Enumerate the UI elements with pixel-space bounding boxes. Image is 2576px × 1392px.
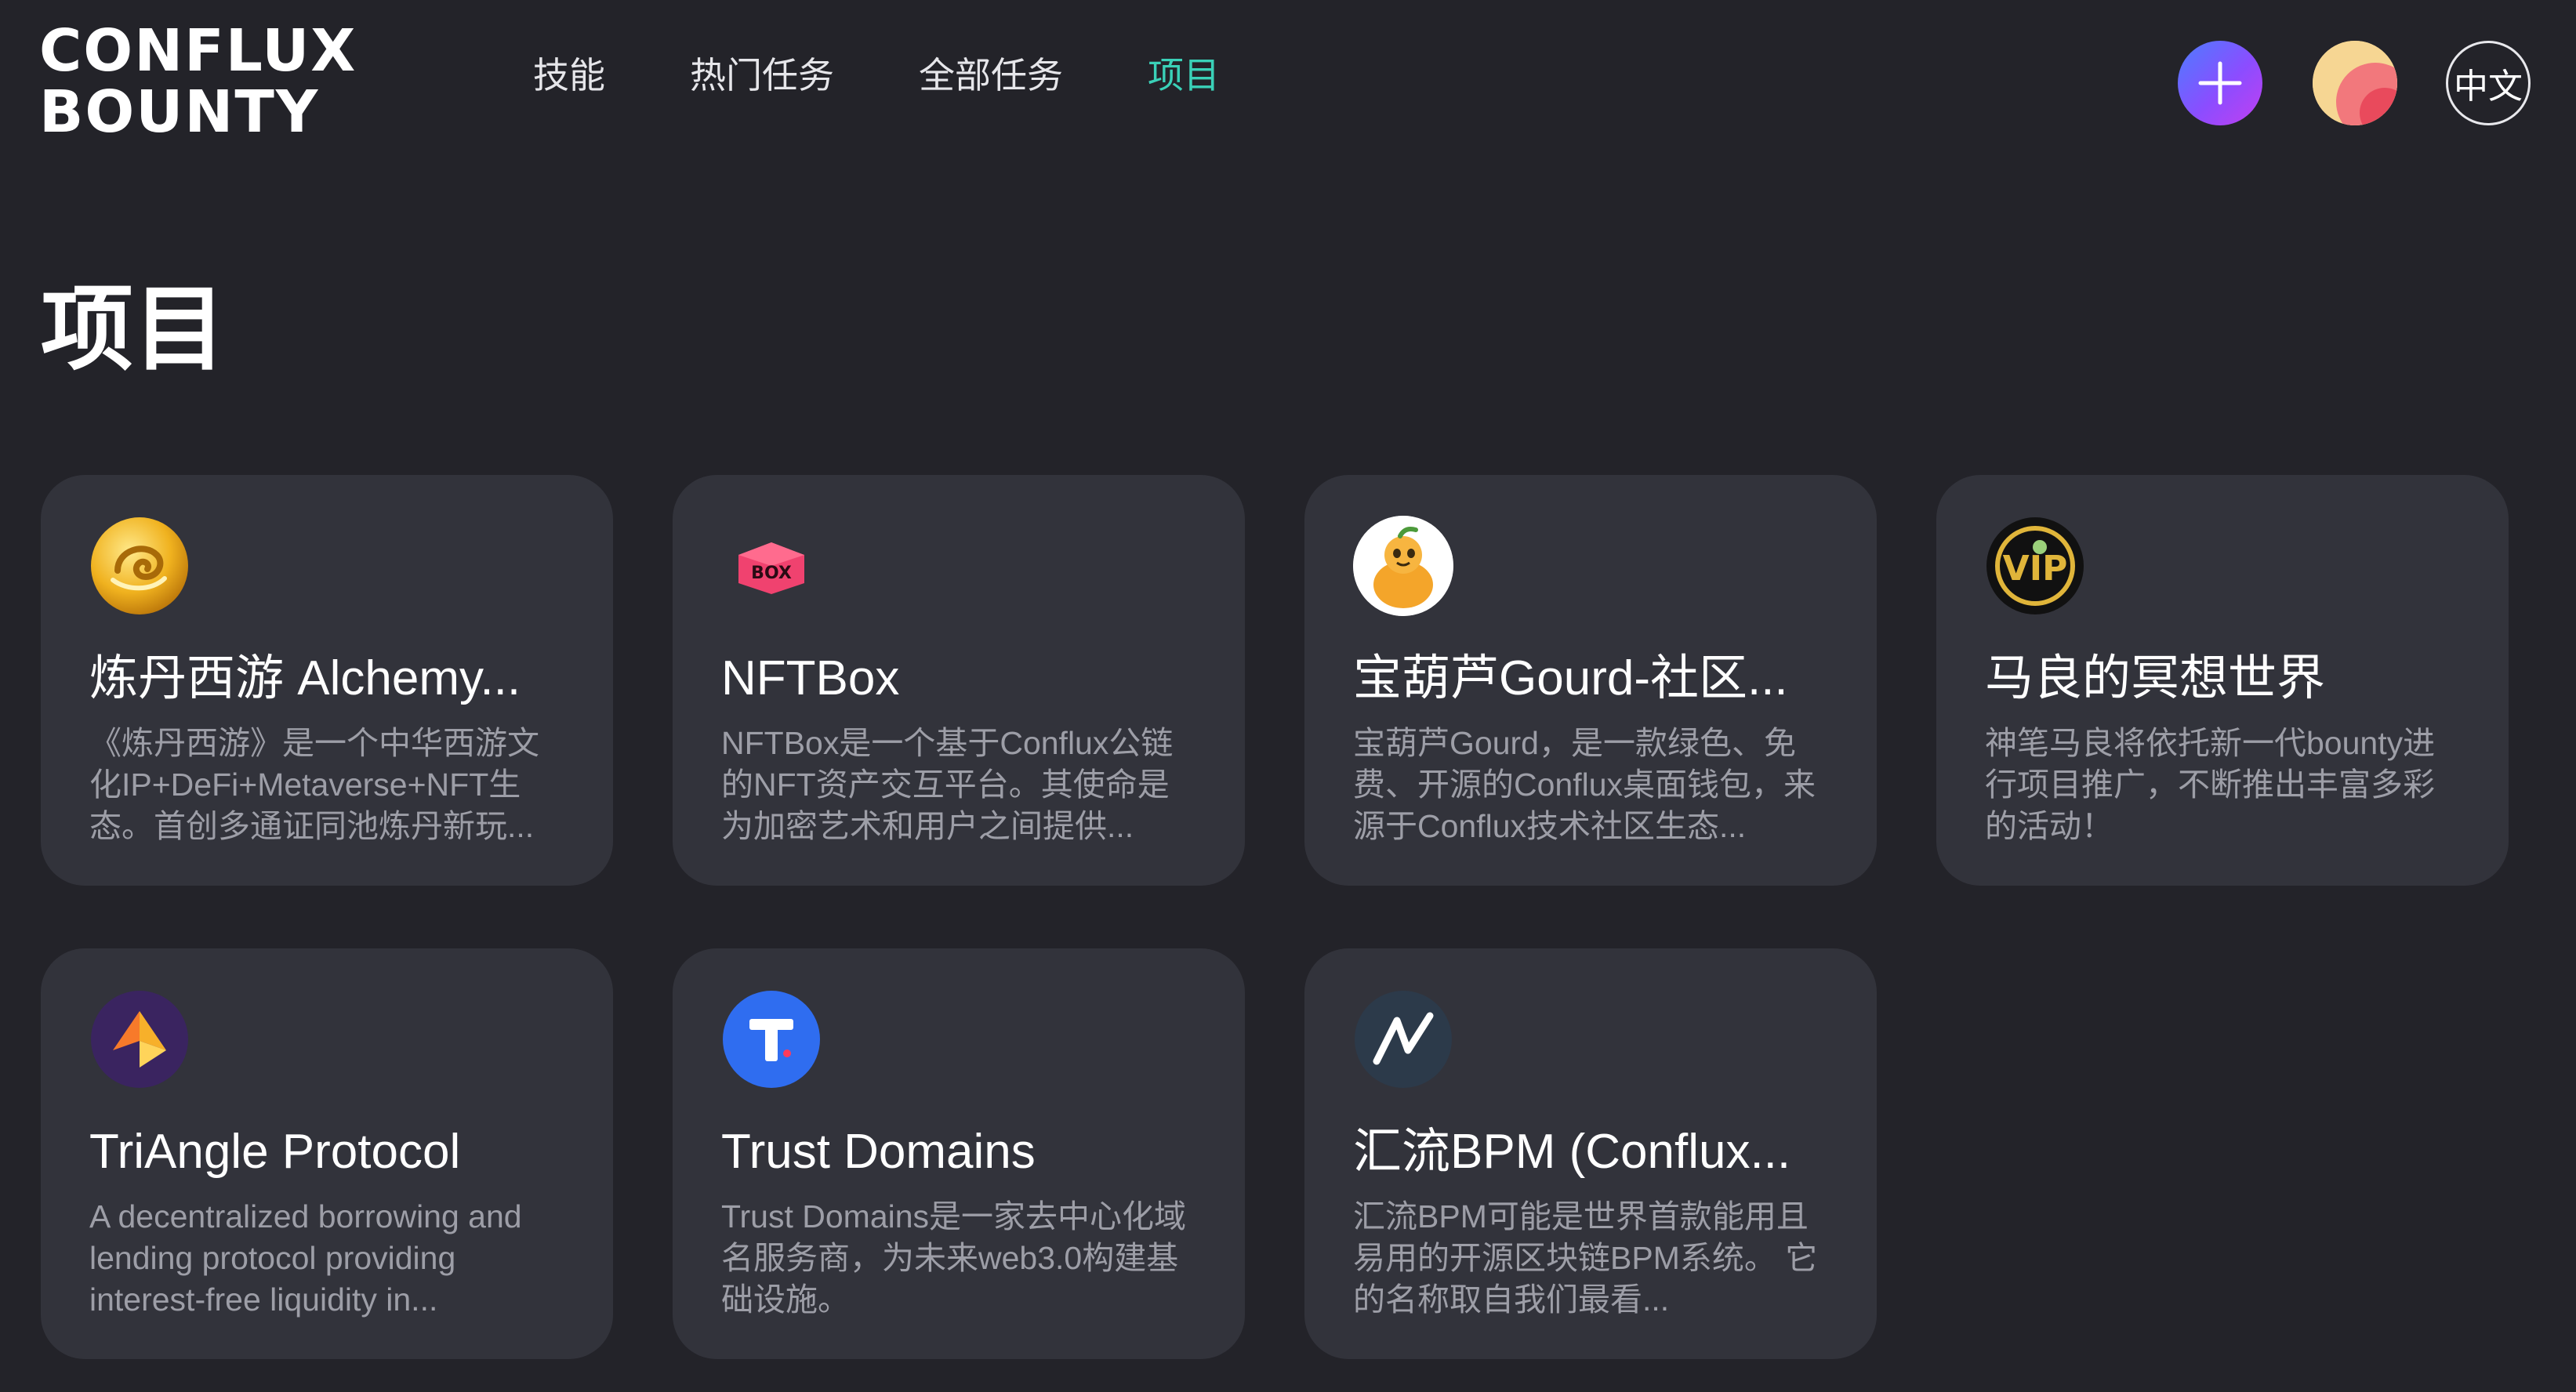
svg-text:BOX: BOX — [751, 564, 792, 583]
logo[interactable]: CONFLUX BOUNTY — [39, 20, 357, 143]
project-title: Trust Domains — [721, 1125, 1036, 1179]
plus-icon — [2198, 61, 2242, 105]
nav-item-hot-tasks[interactable]: 热门任务 — [690, 50, 834, 100]
alchemy-logo-icon — [89, 516, 190, 616]
user-avatar-icon — [2313, 41, 2397, 125]
svg-text:VIP: VIP — [2003, 549, 2068, 589]
triangle-logo-icon — [89, 989, 190, 1089]
project-card-trust-domains[interactable]: Trust Domains Trust Domains是一家去中心化域名服务商，… — [673, 948, 1245, 1359]
trust-domains-logo-icon — [721, 989, 822, 1089]
project-title: 炼丹西游 Alchemy... — [89, 651, 521, 705]
project-card-alchemy[interactable]: 炼丹西游 Alchemy... 《炼丹西游》是一个中华西游文化IP+DeFi+M… — [41, 475, 613, 886]
nav-item-projects[interactable]: 项目 — [1148, 50, 1220, 100]
project-description: 神笔马良将依托新一代bounty进行项目推广，不断推出丰富多彩的活动！ — [1985, 725, 2436, 844]
project-title: 马良的冥想世界 — [1985, 651, 2326, 705]
project-title: 汇流BPM (Conflux... — [1353, 1125, 1791, 1179]
project-card-nftbox[interactable]: BOX NFTBox NFTBox是一个基于Conflux公链的NFT资产交互平… — [673, 475, 1245, 886]
project-description: 宝葫芦Gourd，是一款绿色、免费、开源的Conflux桌面钱包，来源于Conf… — [1353, 725, 1816, 844]
main-nav: 技能 热门任务 全部任务 项目 — [533, 50, 1304, 100]
project-card-gourd[interactable]: 宝葫芦Gourd-社区... 宝葫芦Gourd，是一款绿色、免费、开源的Conf… — [1304, 475, 1877, 886]
logo-line-1: CONFLUX — [39, 17, 357, 85]
page: CONFLUX BOUNTY 技能 热门任务 全部任务 项目 中文 项目 炼丹西… — [0, 0, 2576, 1392]
project-title: 宝葫芦Gourd-社区... — [1353, 651, 1788, 705]
project-description: A decentralized borrowing and lending pr… — [89, 1198, 522, 1318]
project-card-triangle[interactable]: TriAngle Protocol A decentralized borrow… — [41, 948, 613, 1359]
nav-item-skills[interactable]: 技能 — [533, 50, 605, 100]
gourd-logo-icon — [1353, 516, 1453, 616]
project-title: NFTBox — [721, 651, 900, 705]
logo-line-2: BOUNTY — [39, 78, 320, 146]
project-title: TriAngle Protocol — [89, 1125, 461, 1179]
project-description: 《炼丹西游》是一个中华西游文化IP+DeFi+Metaverse+NFT生态。首… — [89, 725, 539, 844]
page-title: 项目 — [41, 275, 227, 383]
user-avatar-button[interactable] — [2313, 41, 2397, 125]
add-button[interactable] — [2178, 41, 2262, 125]
project-description: Trust Domains是一家去中心化域名服务商，为未来web3.0构建基础设… — [721, 1198, 1187, 1318]
project-description: 汇流BPM可能是世界首款能用且易用的开源区块链BPM系统。 它的名称取自我们最看… — [1353, 1198, 1818, 1318]
project-description: NFTBox是一个基于Conflux公链的NFT资产交互平台。其使命是为加密艺术… — [721, 725, 1174, 844]
nav-item-all-tasks[interactable]: 全部任务 — [919, 50, 1063, 100]
nftbox-logo-icon: BOX — [721, 516, 822, 616]
project-card-maliang[interactable]: VIP 马良的冥想世界 神笔马良将依托新一代bounty进行项目推广，不断推出丰… — [1936, 475, 2509, 886]
vip-logo-icon: VIP — [1985, 516, 2085, 616]
language-switch-button[interactable]: 中文 — [2446, 41, 2531, 125]
bpm-logo-icon — [1353, 989, 1453, 1089]
project-card-bpm[interactable]: 汇流BPM (Conflux... 汇流BPM可能是世界首款能用且易用的开源区块… — [1304, 948, 1877, 1359]
